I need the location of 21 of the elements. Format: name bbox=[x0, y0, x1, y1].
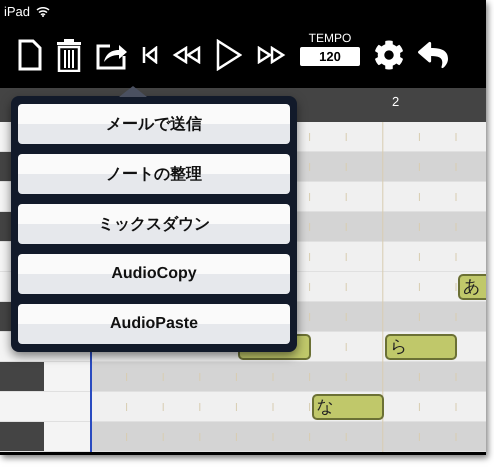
skip-to-start-icon[interactable] bbox=[142, 46, 158, 64]
note-block[interactable]: な bbox=[312, 394, 384, 420]
new-file-icon[interactable] bbox=[18, 39, 42, 71]
menu-item[interactable]: メールで送信 bbox=[18, 104, 290, 144]
note-block[interactable]: あ bbox=[458, 274, 486, 300]
menu-item[interactable]: AudioPaste bbox=[18, 304, 290, 344]
fast-forward-icon[interactable] bbox=[256, 46, 286, 64]
tempo-field[interactable]: 120 bbox=[300, 46, 360, 66]
bar-number: 2 bbox=[392, 94, 400, 109]
wifi-icon bbox=[36, 6, 50, 16]
menu-item[interactable]: AudioCopy bbox=[18, 254, 290, 294]
undo-icon[interactable] bbox=[418, 40, 448, 70]
trash-icon[interactable] bbox=[56, 38, 82, 72]
device-name: iPad bbox=[4, 4, 30, 18]
note-block[interactable]: ら bbox=[384, 334, 457, 360]
play-icon[interactable] bbox=[216, 39, 242, 71]
rewind-icon[interactable] bbox=[172, 46, 202, 64]
menu-item[interactable]: ミックスダウン bbox=[18, 204, 290, 244]
settings-icon[interactable] bbox=[374, 40, 404, 70]
tempo-label: TEMPO bbox=[308, 30, 352, 44]
menu-item[interactable]: ノートの整理 bbox=[18, 154, 290, 194]
